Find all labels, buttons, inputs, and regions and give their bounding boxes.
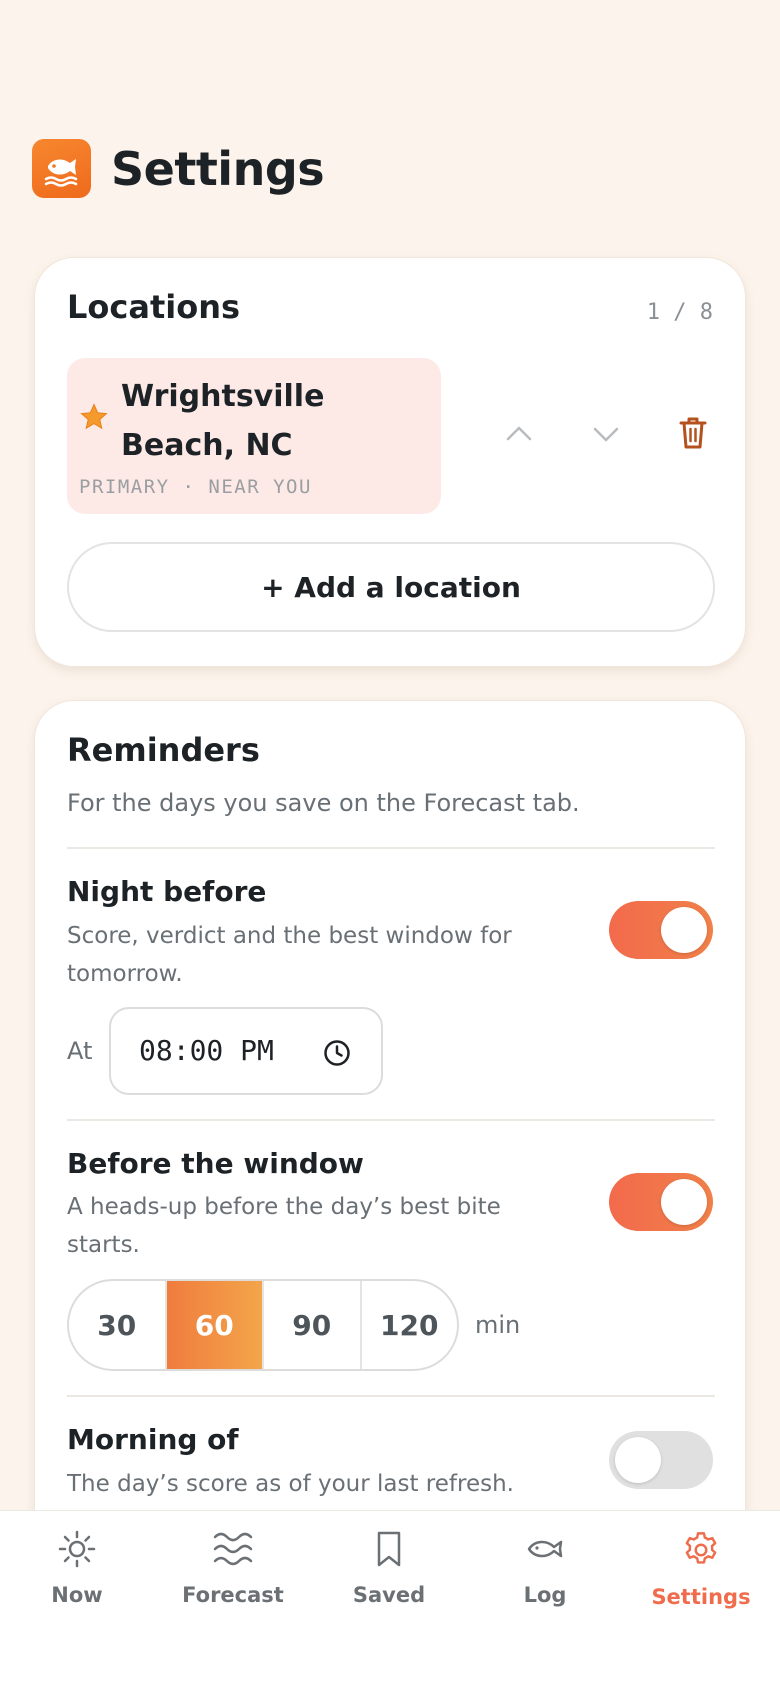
location-count: 1 / 8 (646, 300, 713, 325)
before-window-desc: A heads-up before the day’s best bite st… (67, 1194, 501, 1258)
delete-location-button[interactable] (671, 413, 715, 457)
morning-of-toggle[interactable] (609, 1431, 713, 1489)
add-location-button[interactable]: + Add a location (67, 542, 715, 632)
tab-label: Settings (651, 1585, 751, 1609)
chevron-up-icon (506, 425, 532, 445)
divider (67, 847, 715, 849)
tab-label: Saved (352, 1583, 426, 1607)
page-header: Settings (32, 139, 325, 198)
tab-label: Now (51, 1583, 103, 1607)
night-before-desc: Score, verdict and the best window for t… (67, 923, 512, 987)
reminders-subtitle: For the days you save on the Forecast ta… (67, 789, 580, 817)
morning-of-title: Morning of (67, 1423, 239, 1456)
locations-card: Locations 1 / 8 Wrightsville Beach, NC P… (34, 257, 746, 667)
move-up-button[interactable] (497, 413, 541, 457)
sun-icon (57, 1529, 97, 1573)
lead-time-unit: min (475, 1311, 521, 1339)
tab-bar: Now Forecast Saved Log Settings (0, 1510, 780, 1691)
star-icon (79, 402, 109, 436)
waves-icon (212, 1529, 254, 1573)
lead-time-option-120[interactable]: 120 (362, 1281, 458, 1369)
page-title: Settings (111, 141, 325, 196)
lead-time-option-30[interactable]: 30 (69, 1281, 167, 1369)
gear-icon (680, 1529, 722, 1575)
location-meta: PRIMARY · NEAR YOU (79, 476, 312, 498)
morning-of-desc: The day’s score as of your last refresh. (67, 1471, 514, 1497)
time-at-label: At (67, 1037, 93, 1065)
trash-icon (678, 416, 708, 454)
tab-settings[interactable]: Settings (641, 1529, 761, 1609)
tab-saved[interactable]: Saved (329, 1529, 449, 1607)
tab-label: Log (523, 1583, 567, 1607)
tab-now[interactable]: Now (17, 1529, 137, 1607)
location-item-primary[interactable]: Wrightsville Beach, NC PRIMARY · NEAR YO… (67, 358, 441, 514)
before-window-title: Before the window (67, 1147, 364, 1180)
locations-title: Locations (67, 288, 241, 326)
divider (67, 1395, 715, 1397)
move-down-button[interactable] (584, 415, 628, 459)
reminders-title: Reminders (67, 731, 260, 769)
reminder-time-field[interactable]: 08:00 PM (109, 1007, 383, 1095)
fish-icon (32, 139, 91, 198)
lead-time-option-60[interactable]: 60 (166, 1281, 264, 1369)
bookmark-icon (369, 1529, 409, 1573)
lead-time-selector: 30 60 90 120 (67, 1279, 459, 1371)
chevron-down-icon (593, 427, 619, 447)
location-name: Wrightsville Beach, NC (121, 379, 325, 463)
divider (67, 1119, 715, 1121)
tab-log[interactable]: Log (485, 1529, 605, 1607)
tab-forecast[interactable]: Forecast (173, 1529, 293, 1607)
night-before-toggle[interactable] (609, 901, 713, 959)
lead-time-option-90[interactable]: 90 (264, 1281, 362, 1369)
toggle-knob (661, 1179, 707, 1225)
toggle-knob (661, 907, 707, 953)
clock-icon (323, 1039, 351, 1071)
toggle-knob (615, 1437, 661, 1483)
night-before-title: Night before (67, 875, 267, 908)
fish-icon (525, 1529, 565, 1573)
time-value: 08:00 PM (139, 1034, 274, 1067)
tab-label: Forecast (182, 1583, 284, 1607)
before-window-toggle[interactable] (609, 1173, 713, 1231)
